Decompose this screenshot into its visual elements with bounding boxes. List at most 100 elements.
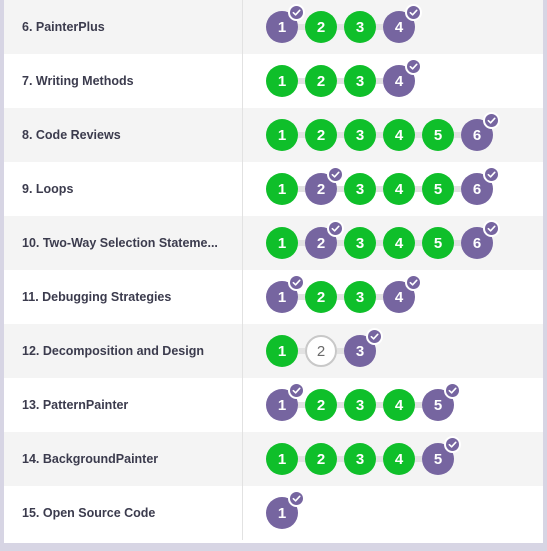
bubble-connector — [337, 132, 344, 138]
level-bubble[interactable]: 6 — [461, 166, 500, 205]
bubble-connector — [415, 132, 422, 138]
bubble-connector — [454, 132, 461, 138]
level-bubble[interactable]: 4 — [383, 58, 422, 97]
level-bubble[interactable]: 2 — [305, 166, 344, 205]
lesson-name[interactable]: 11. Debugging Strategies — [4, 290, 248, 304]
bubble-connector — [298, 186, 305, 192]
level-bubble[interactable]: 4 — [383, 119, 415, 151]
level-bubble[interactable]: 1 — [266, 335, 298, 367]
bubble-connector — [298, 294, 305, 300]
level-number: 2 — [316, 342, 326, 360]
level-number: 1 — [277, 126, 287, 144]
level-bubble[interactable]: 5 — [422, 173, 454, 205]
level-number: 3 — [355, 180, 365, 198]
level-bubble[interactable]: 4 — [383, 443, 415, 475]
level-number: 2 — [316, 396, 326, 414]
lesson-name[interactable]: 15. Open Source Code — [4, 506, 248, 520]
level-number: 5 — [433, 450, 443, 468]
level-number: 3 — [355, 288, 365, 306]
level-number: 2 — [316, 450, 326, 468]
checkmark-icon — [327, 166, 344, 183]
level-bubble[interactable]: 3 — [344, 119, 376, 151]
level-bubble[interactable]: 5 — [422, 382, 461, 421]
bubble-connector — [298, 240, 305, 246]
level-bubble[interactable]: 4 — [383, 274, 422, 313]
level-bubble[interactable]: 3 — [344, 173, 376, 205]
level-number: 6 — [472, 126, 482, 144]
lesson-row: 13. PatternPainter 1 2 3 4 5 — [4, 378, 543, 432]
level-number: 2 — [316, 234, 326, 252]
level-bubble[interactable]: 1 — [266, 274, 305, 313]
checkmark-icon — [483, 220, 500, 237]
lesson-row: 12. Decomposition and Design 1 2 3 — [4, 324, 543, 378]
level-bubble[interactable]: 3 — [344, 328, 383, 367]
level-bubble[interactable]: 4 — [383, 4, 422, 43]
level-bubble[interactable]: 5 — [422, 119, 454, 151]
bubble-connector — [337, 186, 344, 192]
level-bubble[interactable]: 3 — [344, 11, 376, 43]
level-number: 2 — [316, 72, 326, 90]
level-bubble[interactable]: 1 — [266, 227, 298, 259]
level-number: 3 — [355, 234, 365, 252]
level-number: 4 — [394, 126, 404, 144]
level-bubble[interactable]: 1 — [266, 443, 298, 475]
level-number: 1 — [277, 396, 287, 414]
bubble-connector — [298, 78, 305, 84]
level-number: 4 — [394, 450, 404, 468]
level-bubble[interactable]: 5 — [422, 436, 461, 475]
level-bubble[interactable]: 2 — [305, 220, 344, 259]
lesson-row: 8. Code Reviews 1 2 3 4 5 6 — [4, 108, 543, 162]
level-bubble[interactable]: 1 — [266, 4, 305, 43]
level-bubble[interactable]: 2 — [305, 443, 337, 475]
column-divider — [242, 432, 243, 486]
level-bubble[interactable]: 2 — [305, 11, 337, 43]
progress-table: 6. PainterPlus 1 2 3 4 7. Writing Methods 1 2 3 4… — [4, 0, 543, 543]
lesson-name[interactable]: 12. Decomposition and Design — [4, 344, 248, 358]
level-bubble[interactable]: 1 — [266, 173, 298, 205]
checkmark-icon — [288, 274, 305, 291]
level-bubbles: 1 2 3 4 5 6 — [266, 162, 500, 216]
level-bubble[interactable]: 5 — [422, 227, 454, 259]
lesson-name[interactable]: 13. PatternPainter — [4, 398, 248, 412]
level-bubble[interactable]: 1 — [266, 490, 305, 529]
level-number: 4 — [394, 18, 404, 36]
level-bubble[interactable]: 6 — [461, 220, 500, 259]
lesson-name[interactable]: 8. Code Reviews — [4, 128, 248, 142]
level-bubble[interactable]: 2 — [305, 281, 337, 313]
bubble-connector — [337, 24, 344, 30]
level-bubble[interactable]: 3 — [344, 389, 376, 421]
checkmark-icon — [405, 4, 422, 21]
lesson-name[interactable]: 9. Loops — [4, 182, 248, 196]
level-number: 2 — [316, 288, 326, 306]
lesson-name[interactable]: 7. Writing Methods — [4, 74, 248, 88]
level-bubbles: 1 2 3 4 5 6 — [266, 108, 500, 162]
checkmark-icon — [288, 490, 305, 507]
level-bubble[interactable]: 3 — [344, 65, 376, 97]
level-bubble[interactable]: 2 — [305, 335, 337, 367]
level-bubble[interactable]: 2 — [305, 119, 337, 151]
level-bubble[interactable]: 4 — [383, 389, 415, 421]
level-bubble[interactable]: 6 — [461, 112, 500, 151]
level-bubble[interactable]: 1 — [266, 119, 298, 151]
lesson-name[interactable]: 14. BackgroundPainter — [4, 452, 248, 466]
level-bubble[interactable]: 3 — [344, 281, 376, 313]
checkmark-icon — [444, 436, 461, 453]
level-bubble[interactable]: 1 — [266, 382, 305, 421]
level-bubble[interactable]: 3 — [344, 443, 376, 475]
lesson-name[interactable]: 10. Two-Way Selection Stateme... — [4, 236, 248, 250]
level-bubbles: 1 2 3 4 5 — [266, 378, 461, 432]
level-bubbles: 1 2 3 4 — [266, 0, 422, 54]
level-bubble[interactable]: 2 — [305, 389, 337, 421]
lesson-row: 7. Writing Methods 1 2 3 4 — [4, 54, 543, 108]
level-bubble[interactable]: 3 — [344, 227, 376, 259]
bubble-connector — [298, 456, 305, 462]
checkmark-icon — [444, 382, 461, 399]
column-divider — [242, 108, 243, 162]
level-bubble[interactable]: 1 — [266, 65, 298, 97]
level-bubble[interactable]: 4 — [383, 173, 415, 205]
lesson-name[interactable]: 6. PainterPlus — [4, 20, 248, 34]
level-bubble[interactable]: 4 — [383, 227, 415, 259]
bubble-connector — [337, 456, 344, 462]
level-number: 3 — [355, 450, 365, 468]
level-bubble[interactable]: 2 — [305, 65, 337, 97]
